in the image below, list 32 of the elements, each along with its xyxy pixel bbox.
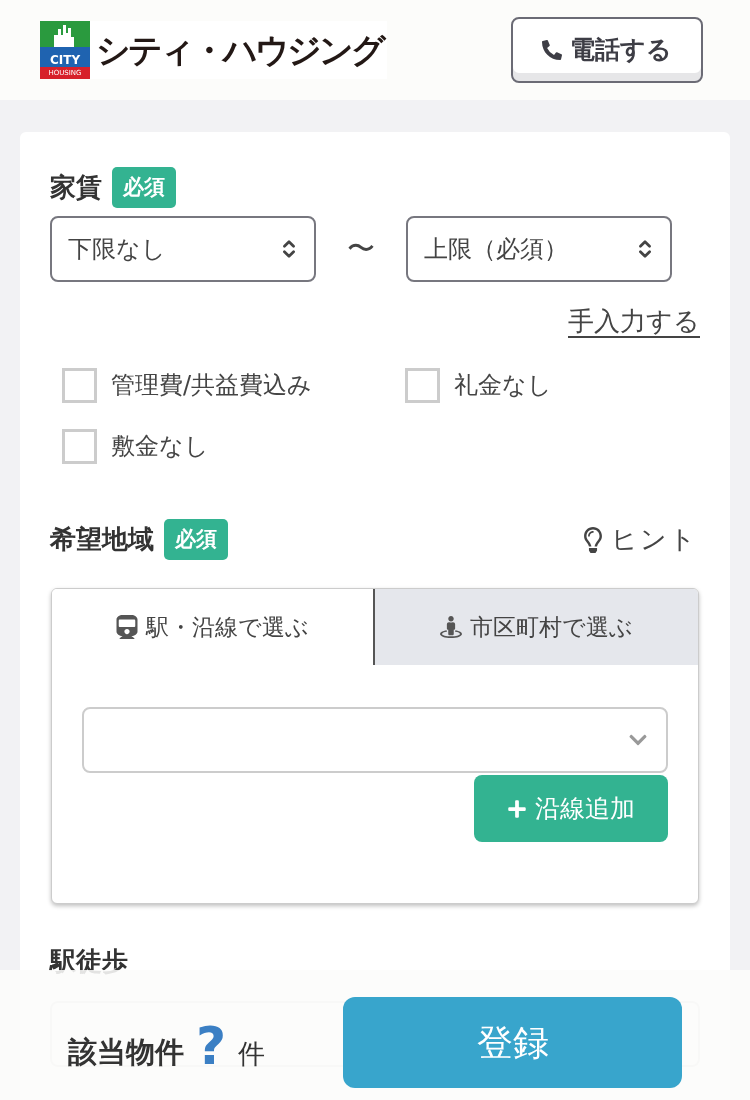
tab[interactable]: 市区町村で選ぶ <box>375 589 698 665</box>
checkbox[interactable] <box>62 428 97 464</box>
section-heading: 家賃 <box>50 171 102 204</box>
checkbox[interactable] <box>405 367 440 403</box>
plus-icon <box>507 798 527 819</box>
required-badge: 必須 <box>164 519 228 560</box>
person-pin-icon <box>440 615 462 639</box>
line-select-field[interactable] <box>82 707 668 773</box>
dropdown-select[interactable]: 上限（必須） <box>406 216 672 282</box>
checkbox[interactable] <box>62 367 97 403</box>
hint-link[interactable]: ヒント <box>583 520 698 559</box>
lightbulb-icon <box>583 526 603 553</box>
tab[interactable]: 駅・沿線で選ぶ <box>52 589 375 665</box>
train-icon <box>116 615 138 639</box>
logo-city-text: CITY <box>49 54 81 66</box>
section-heading: 希望地域 <box>50 523 154 556</box>
select-value: 下限なし <box>68 234 166 265</box>
select-value: 上限（必須） <box>424 234 568 265</box>
required-badge: 必須 <box>112 167 176 208</box>
range-tilde: 〜 <box>347 231 375 267</box>
logo-name[interactable]: シティ・ハウジング <box>96 33 383 67</box>
checkbox-label: 管理費/共益費込み <box>111 370 313 401</box>
checkbox-label: 礼金なし <box>454 370 552 401</box>
checkbox-label: 敷金なし <box>111 431 209 462</box>
result-unit: 件 <box>238 1036 266 1071</box>
result-label: 該当物件 <box>68 1033 184 1071</box>
result-count: ? <box>196 1020 227 1072</box>
section-heading: 駅徒歩 <box>50 946 128 976</box>
phone-icon <box>542 40 562 60</box>
manual-input-link[interactable]: 手入力する <box>568 302 700 341</box>
call-button[interactable]: 電話する <box>511 17 703 83</box>
dropdown-select[interactable]: 下限なし <box>50 216 316 282</box>
